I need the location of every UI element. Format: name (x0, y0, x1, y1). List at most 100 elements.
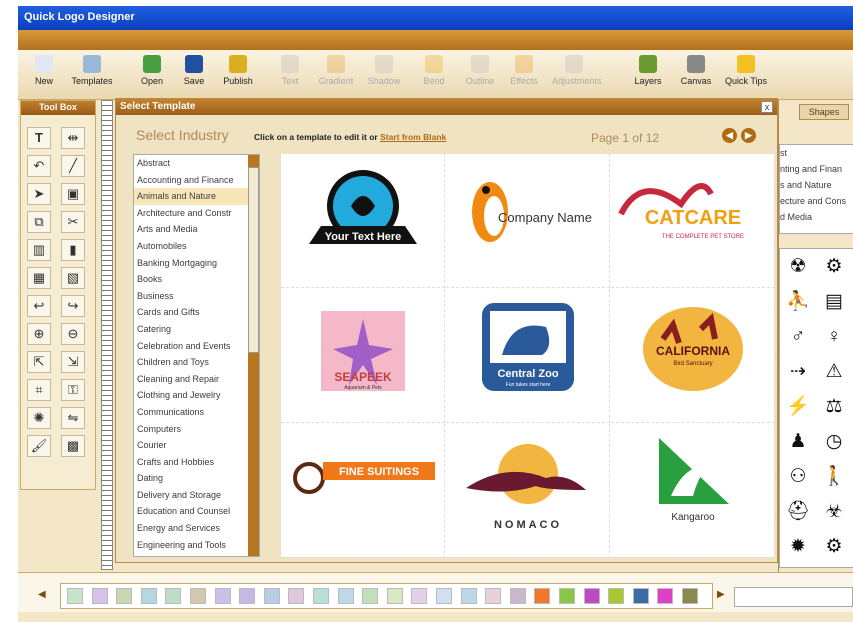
toolbar-button-bend[interactable]: Bend (412, 55, 456, 97)
industry-item[interactable]: Dating (134, 470, 259, 487)
template-scorpion[interactable]: Your Text Here (281, 154, 445, 288)
color-swatch[interactable] (313, 588, 329, 604)
palette-left-arrow-icon[interactable]: ◀ (38, 589, 46, 600)
shape-symbol-icon[interactable]: ☢ (782, 251, 814, 283)
shape-symbol-icon[interactable]: ⚇ (782, 461, 814, 493)
color-swatch[interactable] (632, 588, 649, 604)
zoom-out-icon[interactable]: ⊖ (61, 323, 85, 345)
shape-symbol-icon[interactable]: ⚠ (818, 356, 850, 388)
toolbar-button-open[interactable]: Open (130, 55, 174, 97)
toolbar-button-publish[interactable]: Publish (216, 55, 260, 97)
industry-item[interactable]: Communications (134, 404, 259, 421)
color-swatch[interactable] (263, 588, 280, 604)
cut-tool-icon[interactable]: ✂ (61, 211, 85, 233)
palette-right-arrow-icon[interactable]: ▶ (717, 589, 725, 600)
ungroup-tool-icon[interactable]: ▧ (61, 267, 85, 289)
industry-item[interactable]: Business (134, 288, 259, 305)
toolbar-button-shadow[interactable]: Shadow (362, 55, 406, 97)
shapes-tab[interactable]: Shapes (799, 104, 849, 120)
shape-symbol-icon[interactable]: ▤ (818, 286, 850, 318)
color-swatch[interactable] (337, 588, 354, 604)
color-swatch[interactable] (190, 588, 206, 604)
color-swatch[interactable] (165, 588, 182, 604)
transform-tool-icon[interactable]: ⌗ (27, 379, 51, 401)
template-seapeek[interactable]: SEAPEEK Aquarium & Pets (281, 289, 445, 423)
template-nomaco[interactable]: NOMACO (446, 424, 610, 558)
color-swatch[interactable] (214, 588, 231, 604)
sparkle-tool-icon[interactable]: ✺ (27, 407, 51, 429)
shape-symbol-icon[interactable]: ♟ (782, 426, 814, 458)
pointer-tool-icon[interactable]: ➤ (27, 183, 51, 205)
right-list-item[interactable]: nting and Finan (780, 161, 853, 177)
shape-symbol-icon[interactable]: ⛹ (782, 286, 814, 318)
color-swatch[interactable] (436, 588, 452, 604)
industry-item[interactable]: Banking Mortgaging (134, 255, 259, 272)
prev-page-icon[interactable]: ◀ (722, 128, 737, 143)
industry-item[interactable]: Children and Toys (134, 354, 259, 371)
send-back-icon[interactable]: ⇲ (61, 351, 85, 373)
toolbar-button-save[interactable]: Save (172, 55, 216, 97)
shape-symbol-icon[interactable]: ⇢ (782, 356, 814, 388)
undo-tool-icon[interactable]: ↩ (27, 295, 51, 317)
toolbar-button-adjustments[interactable]: Adjustments (552, 55, 602, 97)
text-tool-icon[interactable]: T (27, 127, 51, 149)
toolbar-button-effects[interactable]: Effects (502, 55, 546, 97)
color-swatch[interactable] (362, 588, 379, 604)
flip-tool-icon[interactable]: ⇋ (61, 407, 85, 429)
color-swatch[interactable] (682, 588, 698, 604)
color-swatch[interactable] (140, 588, 157, 604)
paste-tool-icon[interactable]: ▥ (27, 239, 51, 261)
next-page-icon[interactable]: ▶ (741, 128, 756, 143)
redo-tool-icon[interactable]: ↪ (61, 295, 85, 317)
color-grid-icon[interactable]: ▩ (61, 435, 85, 457)
template-kangaroo[interactable]: Kangaroo (611, 424, 775, 558)
shape-symbol-icon[interactable]: ✹ (782, 531, 814, 563)
delete-tool-icon[interactable]: ▮ (61, 239, 85, 261)
lock-tool-icon[interactable]: ⚿ (61, 379, 85, 401)
industry-item[interactable]: Catering (134, 321, 259, 338)
industry-item[interactable]: Cards and Gifts (134, 304, 259, 321)
shape-symbol-icon[interactable]: ♀ (818, 321, 850, 353)
right-list-item[interactable]: st (780, 145, 853, 161)
toolbar-button-gradient[interactable]: Gradient (314, 55, 358, 97)
color-swatch[interactable] (288, 588, 305, 604)
palette-value-field[interactable] (734, 587, 853, 607)
scrollbar-thumb[interactable] (248, 167, 259, 353)
template-penguin[interactable]: Company Name (446, 154, 610, 288)
color-swatch[interactable] (534, 588, 551, 604)
shape-symbol-icon[interactable]: ⚖ (818, 391, 850, 423)
industry-item[interactable]: Cleaning and Repair (134, 371, 259, 388)
color-swatch[interactable] (67, 588, 83, 604)
industry-item[interactable]: Courier (134, 437, 259, 454)
shape-symbol-icon[interactable]: ⚡ (782, 391, 814, 423)
right-list-item[interactable]: d Media (780, 209, 853, 225)
shape-symbol-icon[interactable]: ♂ (782, 321, 814, 353)
industry-item[interactable]: Clothing and Jewelry (134, 387, 259, 404)
industry-item[interactable]: Education and Counsel (134, 503, 259, 520)
shape-symbol-icon[interactable]: ⚙ (818, 531, 850, 563)
group-tool-icon[interactable]: ▦ (27, 267, 51, 289)
industry-item[interactable]: Crafts and Hobbies (134, 454, 259, 471)
industry-item[interactable]: Energy and Services (134, 520, 259, 537)
color-swatch[interactable] (91, 588, 108, 604)
color-swatch[interactable] (509, 588, 526, 604)
color-swatch[interactable] (559, 588, 575, 604)
paint-tool-icon[interactable]: 🖌 (27, 435, 51, 457)
color-swatch[interactable] (657, 588, 674, 604)
toolbar-button-templates[interactable]: Templates (70, 55, 114, 97)
industry-item[interactable]: Accounting and Finance (134, 172, 259, 189)
industry-item[interactable]: Arts and Media (134, 221, 259, 238)
line-tool-icon[interactable]: ╱ (61, 155, 85, 177)
toolbar-button-text[interactable]: Text (268, 55, 312, 97)
color-swatch[interactable] (386, 588, 403, 604)
industry-item[interactable]: Automobiles (134, 238, 259, 255)
template-central-zoo[interactable]: Central Zoo Fun takes start here (446, 289, 610, 423)
industry-item[interactable]: Abstract (134, 155, 259, 172)
close-icon[interactable]: x (761, 101, 773, 113)
zoom-in-icon[interactable]: ⊕ (27, 323, 51, 345)
toolbar-button-layers[interactable]: Layers (626, 55, 670, 97)
shape-symbol-icon[interactable]: ⚙ (818, 251, 850, 283)
industry-item[interactable]: Delivery and Storage (134, 487, 259, 504)
toolbar-button-quick-tips[interactable]: Quick Tips (724, 55, 768, 97)
rotate-tool-icon[interactable]: ↶ (27, 155, 51, 177)
